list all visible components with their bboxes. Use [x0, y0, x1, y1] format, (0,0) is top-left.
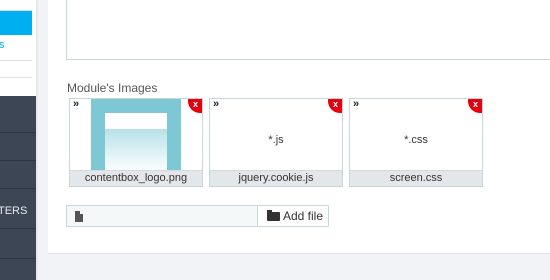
move-handle-icon[interactable]: »	[73, 99, 79, 110]
image-filename: screen.css	[350, 170, 482, 186]
divider	[0, 60, 32, 61]
folder-open-icon	[267, 210, 280, 221]
close-icon: x	[473, 99, 479, 109]
delete-image-button[interactable]: x	[468, 99, 482, 113]
sidebar-submenu-item-active[interactable]	[0, 11, 32, 35]
sidebar-item-label: TERS	[0, 205, 28, 217]
description-textarea[interactable]	[66, 0, 550, 60]
image-filename: contentbox_logo.png	[70, 170, 202, 186]
module-images-label: Module's Images	[67, 81, 158, 95]
move-handle-icon[interactable]: »	[353, 99, 359, 110]
thumbnail-shade	[105, 129, 167, 173]
divider	[0, 258, 36, 259]
divider	[0, 77, 32, 78]
image-card: » x *.css screen.css	[349, 98, 483, 187]
sidebar: s TERS	[0, 0, 36, 280]
file-type-preview: *.css	[404, 134, 428, 146]
move-handle-icon[interactable]: »	[213, 99, 219, 110]
file-upload: Add file	[66, 205, 329, 227]
file-icon	[75, 211, 83, 222]
image-thumbnail	[91, 99, 181, 173]
add-file-button[interactable]: Add file	[257, 205, 329, 227]
sidebar-border	[36, 0, 38, 280]
sidebar-submenu: s	[0, 0, 36, 96]
file-icon-box	[66, 205, 90, 227]
close-icon: x	[193, 99, 199, 109]
delete-image-button[interactable]: x	[328, 99, 342, 113]
sidebar-submenu-label: s	[0, 39, 5, 51]
sidebar-item[interactable]	[0, 229, 36, 265]
add-file-label: Add file	[283, 209, 324, 223]
file-type-preview: *.js	[268, 134, 284, 146]
sidebar-submenu-item[interactable]: s	[0, 39, 32, 55]
delete-image-button[interactable]: x	[188, 99, 202, 113]
sidebar-item[interactable]	[0, 97, 36, 133]
image-filename: jquery.cookie.js	[210, 170, 342, 186]
image-card: » x *.js jquery.cookie.js	[209, 98, 343, 187]
close-icon: x	[333, 99, 339, 109]
image-card: » x contentbox_logo.png	[69, 98, 203, 187]
